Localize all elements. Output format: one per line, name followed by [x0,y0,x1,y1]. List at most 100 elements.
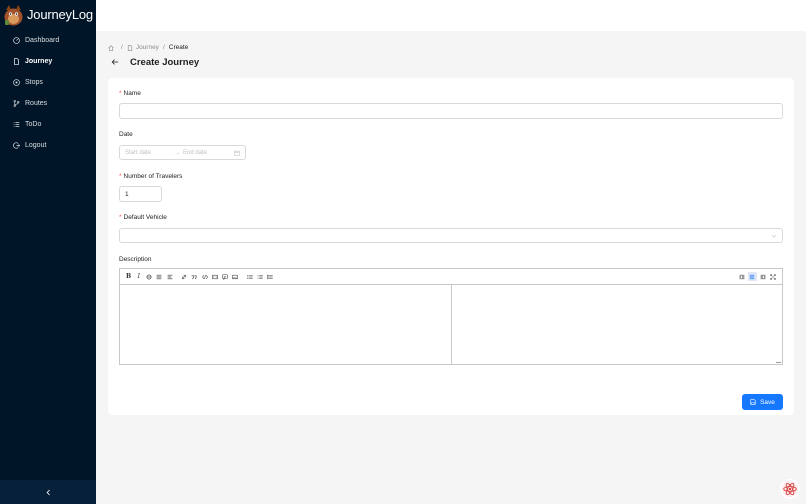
back-button[interactable] [110,57,120,67]
sidebar-item-label: Dashboard [25,37,60,44]
unordered-list-button[interactable] [245,272,254,281]
sidebar-item-routes[interactable]: Routes [0,93,96,114]
required-mark: * [119,214,122,221]
editor-toolbar: B I [120,269,782,285]
edit-only-button[interactable] [737,272,746,281]
app-logo[interactable]: JourneyLog [0,0,96,29]
logout-icon [13,142,20,149]
markdown-editor: B I [119,268,783,365]
location-icon [13,79,20,86]
paragraph-icon [167,274,173,279]
strikethrough-button[interactable] [145,272,154,281]
unordered-list-icon [247,274,253,279]
react-logo-icon [781,480,799,498]
name-input[interactable] [119,103,783,119]
code-block-button[interactable] [210,272,219,281]
breadcrumb-separator: / [162,44,165,51]
editor-preview-pane [453,285,782,364]
preview-view-icon [760,274,766,279]
save-button[interactable]: Save [742,394,783,410]
home-icon [108,44,114,51]
breadcrumb-separator: / [121,44,123,51]
task-list-button[interactable] [266,272,275,281]
quote-icon [191,274,197,279]
save-icon [750,399,756,405]
name-label-text: Name [123,90,141,97]
chevron-left-icon [46,489,50,495]
save-button-label: Save [760,398,775,406]
code-icon [201,274,208,279]
heading-button[interactable] [155,272,164,281]
sidebar-item-label: Logout [25,142,47,149]
vehicle-label: * Default Vehicle [119,214,167,221]
chevron-down-icon [771,234,777,238]
file-icon [127,44,132,51]
arrow-left-icon [111,59,119,65]
preview-only-button[interactable] [758,272,767,281]
vehicle-label-text: Default Vehicle [123,214,167,221]
italic-button[interactable]: I [134,272,143,281]
editor-resize-handle[interactable] [776,360,781,363]
travelers-label-text: Number of Travelers [123,173,183,180]
sidebar-item-label: Routes [25,100,48,107]
link-button[interactable] [179,272,188,281]
quote-button[interactable] [190,272,199,281]
breadcrumb: / Journey / Create [108,43,188,52]
link-icon [181,274,187,279]
sidebar-item-journey[interactable]: Journey [0,51,96,72]
sidebar-item-label: ToDo [25,121,42,128]
sidebar-item-dashboard[interactable]: Dashboard [0,30,96,51]
fullscreen-button[interactable] [769,272,778,281]
fullscreen-icon [770,273,776,280]
sidebar-item-label: Journey [25,58,53,65]
sidebar-item-todo[interactable]: ToDo [0,114,96,135]
sidebar-item-label: Stops [25,79,43,86]
paragraph-button[interactable] [165,272,174,281]
calendar-icon [234,150,240,156]
split-view-button[interactable] [747,272,757,281]
editor-view-controls [737,272,779,281]
required-mark: * [119,173,122,180]
travelers-number-input[interactable]: 1 [119,186,162,202]
travelers-label: * Number of Travelers [119,173,182,180]
travelers-value: 1 [125,190,129,198]
description-label: Description [119,256,152,263]
mascot-logo-icon [3,4,24,26]
page-title: Create Journey [130,56,200,68]
code-button[interactable] [200,272,209,281]
heading-icon [156,274,162,279]
date-label: Date [119,131,133,138]
vehicle-select[interactable] [119,228,783,243]
end-date-input[interactable]: End date [183,150,230,156]
start-date-input[interactable]: Start date [125,150,172,156]
dashboard-icon [13,37,20,44]
strikethrough-icon [146,274,152,279]
bold-button[interactable]: B [124,272,133,281]
editor-input-pane[interactable] [120,285,452,364]
comment-button[interactable] [221,272,230,281]
date-range-picker[interactable]: Start date → End date [119,145,246,160]
sidebar-menu: Dashboard Journey Stops Routes ToDo Logo… [0,30,96,156]
react-devtools-button[interactable] [780,479,800,499]
breadcrumb-home[interactable] [108,44,117,51]
range-arrow: → [174,149,181,156]
sidebar-item-logout[interactable]: Logout [0,135,96,156]
required-mark: * [119,90,122,97]
code-block-icon [212,274,218,279]
list-icon [13,122,20,127]
edit-view-icon [738,274,744,279]
sidebar: JourneyLog Dashboard Journey Stops Route… [0,0,96,504]
task-list-icon [267,274,274,279]
split-view-icon [749,274,755,279]
image-button[interactable] [231,272,240,281]
name-label: * Name [119,90,141,97]
breadcrumb-journey[interactable]: Journey [127,44,159,51]
branches-icon [13,100,20,107]
ordered-list-button[interactable] [256,272,265,281]
breadcrumb-current: Create [168,44,189,51]
sidebar-item-stops[interactable]: Stops [0,72,96,93]
app-title: JourneyLog [27,7,93,22]
sidebar-collapse-button[interactable] [0,480,96,504]
file-icon [14,58,19,65]
image-icon [232,274,239,279]
